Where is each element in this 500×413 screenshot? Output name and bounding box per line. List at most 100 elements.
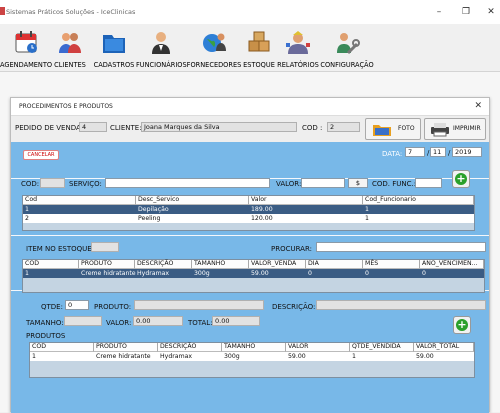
table-cell: 1 — [365, 215, 369, 222]
foto-label: FOTO — [398, 125, 415, 132]
servico-cod-field[interactable] — [40, 178, 65, 188]
tamanho-field[interactable] — [64, 316, 102, 326]
table-cell: 0 — [422, 270, 426, 277]
cod-func-field[interactable] — [415, 178, 442, 188]
column-header[interactable]: Cod_Funcionario — [363, 196, 474, 205]
item-estoque-label: ITEM NO ESTOQUE: — [26, 245, 95, 253]
descricao-label: DESCRIÇÃO: — [272, 303, 316, 311]
add-icon: + — [455, 172, 467, 185]
toolbar-relatorios[interactable]: RELATÓRIOS — [276, 26, 320, 70]
table-cell: 0 — [308, 270, 312, 277]
column-header[interactable]: COD — [23, 260, 79, 269]
toolbar-fornecedores[interactable]: FORNECEDORES — [186, 26, 242, 70]
table-cell: 1 — [365, 206, 369, 213]
servico-label: SERVIÇO: — [69, 180, 102, 188]
tamanho-label: TAMANHO: — [26, 319, 64, 327]
toolbar-agendamento[interactable]: AGENDAMENTO — [0, 26, 52, 70]
table-cell: 300g — [194, 270, 210, 277]
table-cell: 59.00 — [251, 270, 269, 277]
toolbar-funcionarios[interactable]: FUNCIONÁRIOS — [136, 26, 187, 70]
total-field[interactable]: 0.00 — [212, 316, 260, 326]
foto-button[interactable]: FOTO — [365, 118, 421, 140]
column-header[interactable]: PRODUTO — [94, 343, 158, 352]
column-header[interactable]: VALOR — [286, 343, 350, 352]
table-cell: 0 — [365, 270, 369, 277]
minimize-button[interactable]: – — [428, 4, 450, 20]
currency-button[interactable]: $ — [348, 178, 368, 188]
table-cell: Hydramax — [137, 270, 170, 277]
produto-label: PRODUTO: — [94, 303, 132, 311]
close-button[interactable]: ✕ — [480, 4, 500, 20]
toolbar-estoque[interactable]: ESTOQUE — [242, 26, 276, 70]
add-produto-button[interactable]: + — [453, 316, 471, 334]
column-header[interactable]: DESCRIÇÃO — [135, 260, 192, 269]
qtde-label: QTDE: — [41, 303, 63, 311]
valor-field[interactable] — [301, 178, 345, 188]
column-header[interactable]: Valor — [249, 196, 363, 205]
pedido-field[interactable]: 4 — [79, 122, 107, 132]
column-header[interactable]: PRODUTO — [79, 260, 135, 269]
qtde-field[interactable]: 0 — [65, 300, 89, 310]
produto-valor-label: VALOR: — [106, 319, 132, 327]
app-icon — [0, 7, 5, 15]
date-month-field[interactable]: 11 — [430, 147, 446, 157]
column-header[interactable]: DESCRIÇÃO — [158, 343, 222, 352]
pedido-label: PEDIDO DE VENDA — [15, 124, 81, 132]
table-row[interactable]: 2 Peeling 120.00 1 — [23, 214, 474, 223]
table-empty-area — [23, 278, 484, 292]
toolbar-configuracao[interactable]: CONFIGURAÇÃO — [320, 26, 374, 70]
column-header[interactable]: Desc_Servico — [136, 196, 249, 205]
cliente-field[interactable]: Joana Marques da Silva — [141, 122, 297, 132]
date-year-field[interactable]: 2019 — [452, 147, 482, 157]
column-header[interactable]: DIA — [306, 260, 363, 269]
column-header[interactable]: TAMANHO — [222, 343, 286, 352]
date-day-field[interactable]: 7 — [405, 147, 425, 157]
procurar-field[interactable] — [316, 242, 486, 252]
table-cell: Depilação — [138, 206, 169, 213]
column-header[interactable]: QTDE_VENDIDA — [350, 343, 414, 352]
app-title-bar: Sistemas Práticos Soluções - IceClinicas… — [0, 0, 500, 24]
cod-func-label: COD. FUNC.: — [372, 180, 417, 188]
valor-label: VALOR: — [276, 180, 302, 188]
restore-button[interactable]: ❐ — [455, 4, 477, 20]
column-header[interactable]: MÊS — [363, 260, 420, 269]
add-icon: + — [456, 318, 468, 331]
cliente-label: CLIENTE: — [110, 124, 142, 132]
boxes-icon — [248, 31, 270, 52]
column-header[interactable]: TAMANHO — [192, 260, 249, 269]
toolbar-label: ESTOQUE — [243, 61, 275, 69]
produtos-section-title: PRODUTOS — [26, 332, 66, 340]
procedimentos-dialog: PROCEDIMENTOS E PRODUTOS ✕ PEDIDO DE VEN… — [10, 97, 490, 413]
cod-field[interactable]: 2 — [327, 122, 360, 132]
globe-person-icon — [203, 33, 226, 52]
toolbar-clientes[interactable]: CLIENTES — [52, 26, 88, 70]
column-header[interactable]: Cod — [23, 196, 136, 205]
descricao-field[interactable] — [316, 300, 486, 310]
table-row[interactable]: 1 Creme hidratante Hydramax 300g 59.00 1… — [30, 352, 474, 361]
column-header[interactable]: VALOR_TOTAL — [414, 343, 474, 352]
photo-folder-icon — [373, 125, 391, 136]
item-estoque-field[interactable] — [91, 242, 119, 252]
toolbar-cadastros[interactable]: CADASTROS — [92, 26, 136, 70]
produto-field[interactable] — [134, 300, 264, 310]
servico-field[interactable] — [105, 178, 270, 188]
column-header[interactable]: VALOR_VENDA — [249, 260, 306, 269]
dialog-close-button[interactable]: ✕ — [474, 101, 482, 111]
clients-icon — [59, 33, 81, 53]
cancelar-button[interactable]: CANCELAR — [23, 150, 59, 160]
table-row[interactable]: 1 Depilação 189.00 1 — [23, 205, 474, 214]
produto-valor-field[interactable]: 0.00 — [133, 316, 183, 326]
column-header[interactable]: ANO_VENCIMEN... — [420, 260, 484, 269]
add-servico-button[interactable]: + — [452, 170, 470, 188]
column-header[interactable]: COD — [30, 343, 94, 352]
imprimir-label: IMPRIMIR — [453, 125, 481, 132]
toolbar-label: CLIENTES — [54, 61, 86, 69]
imprimir-button[interactable]: IMPRIMIR — [424, 118, 486, 140]
table-cell: 59.00 — [288, 353, 306, 360]
header-strip: PEDIDO DE VENDA 4 CLIENTE: Joana Marques… — [11, 116, 489, 142]
table-row[interactable]: 1 Creme hidratante Hydramax 300g 59.00 0… — [23, 269, 484, 278]
toolbar-label: AGENDAMENTO — [0, 61, 53, 69]
toolbar-label: RELATÓRIOS — [277, 61, 319, 69]
reports-icon — [286, 31, 310, 54]
servicos-table: Cod Desc_Servico Valor Cod_Funcionario 1… — [22, 195, 475, 231]
